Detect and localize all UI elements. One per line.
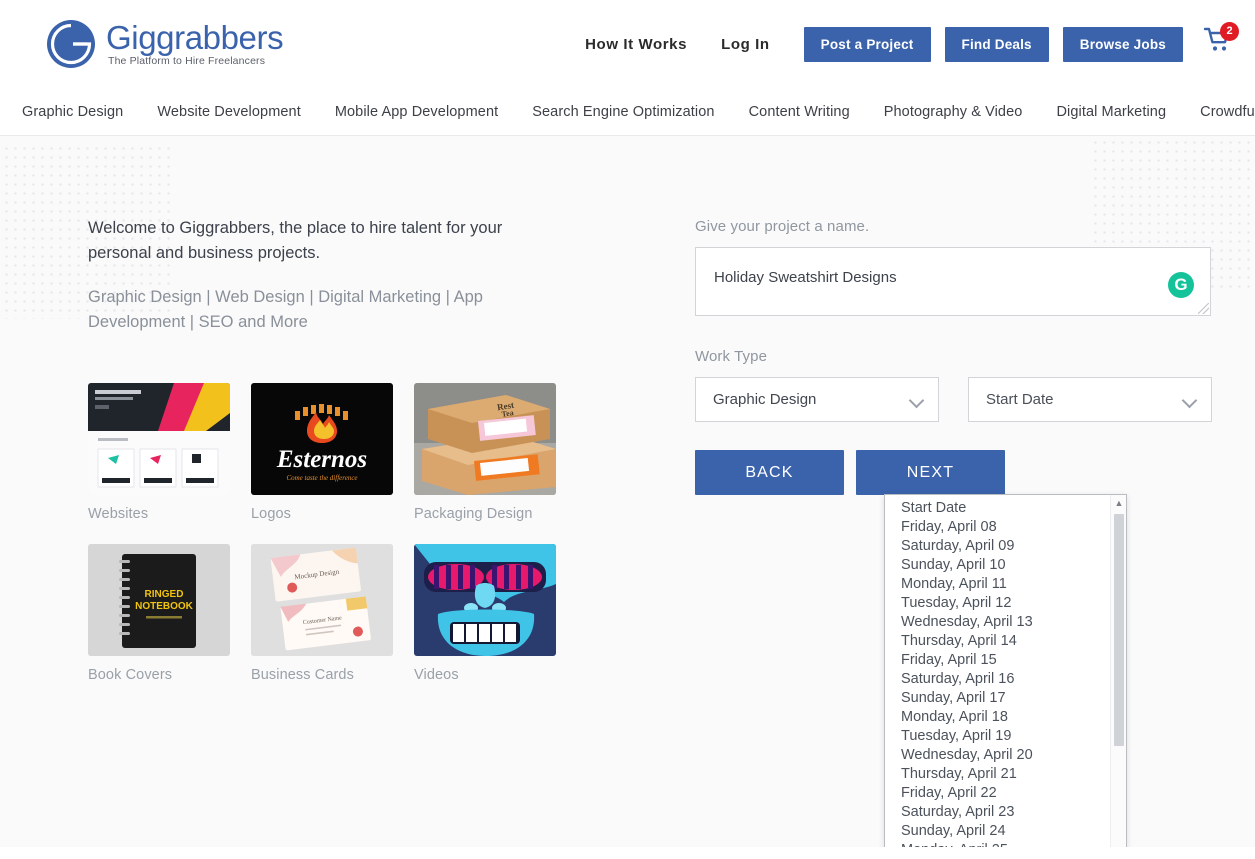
category-nav: Graphic Design Website Development Mobil… xyxy=(0,88,1255,136)
page-body: Welcome to Giggrabbers, the place to hir… xyxy=(0,136,1255,847)
category-search-engine-optimization[interactable]: Search Engine Optimization xyxy=(532,104,714,120)
business-cards-image: Mockup Design Customer Name xyxy=(251,543,393,656)
esternos-logo-art: Esternos Come taste the difference xyxy=(251,382,393,495)
thumbnail-caption: Logos xyxy=(251,505,292,522)
thumbnail-business-cards[interactable]: Mockup Design Customer Name Business Car… xyxy=(251,543,403,683)
start-date-dropdown[interactable]: Start Date Friday, April 08 Saturday, Apri… xyxy=(884,494,1127,847)
start-date-option[interactable]: Sunday, April 24 xyxy=(885,822,1126,841)
thumbnail-caption: Business Cards xyxy=(251,666,354,683)
cart-count-badge: 2 xyxy=(1220,22,1239,41)
start-date-option[interactable]: Start Date xyxy=(885,499,1126,518)
start-date-option[interactable]: Thursday, April 21 xyxy=(885,765,1126,784)
thumbnail-caption: Websites xyxy=(88,505,149,522)
logos-image: Esternos Come taste the difference xyxy=(251,382,393,495)
start-date-option-list: Start Date Friday, April 08 Saturday, Apri… xyxy=(885,495,1126,847)
site-header: Giggrabbers The Platform to Hire Freelan… xyxy=(0,0,1255,88)
thumbnail-row: RINGED NOTEBOOK Book Covers Mockup Desig… xyxy=(88,543,610,683)
chevron-down-icon xyxy=(908,392,925,409)
svg-text:NOTEBOOK: NOTEBOOK xyxy=(135,601,194,612)
start-date-option[interactable]: Thursday, April 14 xyxy=(885,632,1126,651)
start-date-option[interactable]: Monday, April 25 xyxy=(885,841,1126,847)
start-date-value: Start Date xyxy=(986,391,1054,408)
start-date-option[interactable]: Friday, April 08 xyxy=(885,518,1126,537)
start-date-option[interactable]: Friday, April 15 xyxy=(885,651,1126,670)
start-date-option[interactable]: Tuesday, April 12 xyxy=(885,594,1126,613)
start-date-option[interactable]: Monday, April 18 xyxy=(885,708,1126,727)
grammarly-icon[interactable]: G xyxy=(1168,272,1194,298)
nav-log-in[interactable]: Log In xyxy=(721,36,770,53)
svg-text:Come taste the difference: Come taste the difference xyxy=(286,474,357,482)
start-date-select[interactable]: Start Date xyxy=(968,377,1212,422)
start-date-option[interactable]: Sunday, April 10 xyxy=(885,556,1126,575)
start-date-option[interactable]: Saturday, April 09 xyxy=(885,537,1126,556)
blue-character-art xyxy=(414,543,556,656)
work-type-value: Graphic Design xyxy=(713,391,817,408)
websites-image xyxy=(88,382,230,495)
giggrabbers-g-icon xyxy=(47,20,95,68)
project-name-label: Give your project a name. xyxy=(695,218,870,235)
category-photography-video[interactable]: Photography & Video xyxy=(884,104,1023,120)
select-row: Graphic Design Start Date xyxy=(695,377,1212,422)
browse-jobs-button[interactable]: Browse Jobs xyxy=(1062,26,1183,62)
start-date-option[interactable]: Wednesday, April 20 xyxy=(885,746,1126,765)
website-mockup-art xyxy=(88,382,230,495)
welcome-text: Welcome to Giggrabbers, the place to hir… xyxy=(88,219,503,263)
thumbnail-caption: Videos xyxy=(414,666,459,683)
brand-logo[interactable]: Giggrabbers The Platform to Hire Freelan… xyxy=(44,17,284,71)
thumbnail-caption: Packaging Design xyxy=(414,505,533,522)
back-button[interactable]: BACK xyxy=(695,450,844,495)
chevron-down-icon xyxy=(1181,392,1198,409)
category-graphic-design[interactable]: Graphic Design xyxy=(22,104,123,120)
thumbnail-caption: Book Covers xyxy=(88,666,173,683)
category-digital-marketing[interactable]: Digital Marketing xyxy=(1056,104,1166,120)
work-type-select[interactable]: Graphic Design xyxy=(695,377,939,422)
business-card-mockup-art: Mockup Design Customer Name xyxy=(251,543,393,656)
category-mobile-app-development[interactable]: Mobile App Development xyxy=(335,104,498,120)
scroll-up-arrow-icon[interactable]: ▲ xyxy=(1111,495,1126,512)
book-covers-image: RINGED NOTEBOOK xyxy=(88,543,230,656)
scrollbar-thumb[interactable] xyxy=(1114,514,1124,746)
start-date-option[interactable]: Monday, April 11 xyxy=(885,575,1126,594)
ringed-notebook-art: RINGED NOTEBOOK xyxy=(88,543,230,656)
project-form: Give your project a name. Holiday Sweats… xyxy=(610,136,1212,847)
next-button[interactable]: NEXT xyxy=(856,450,1005,495)
find-deals-button[interactable]: Find Deals xyxy=(944,26,1049,62)
textarea-resize-handle[interactable] xyxy=(1198,303,1209,314)
start-date-option[interactable]: Sunday, April 17 xyxy=(885,689,1126,708)
thumbnail-videos[interactable]: Videos xyxy=(414,543,566,683)
category-website-development[interactable]: Website Development xyxy=(157,104,300,120)
thumbnail-book-covers[interactable]: RINGED NOTEBOOK Book Covers xyxy=(88,543,240,683)
project-name-value: Holiday Sweatshirt Designs xyxy=(714,269,897,286)
brand-name: Giggrabbers xyxy=(106,18,284,56)
sample-thumbnail-grid: Websites Esternos Come taste the differe… xyxy=(88,382,610,683)
work-type-label: Work Type xyxy=(695,348,768,365)
thumbnail-logos[interactable]: Esternos Come taste the difference Logos xyxy=(251,382,403,522)
svg-text:Esternos: Esternos xyxy=(276,446,367,473)
services-links[interactable]: Graphic Design | Web Design | Digital Ma… xyxy=(88,285,533,335)
project-name-input[interactable]: Holiday Sweatshirt Designs G xyxy=(695,247,1211,316)
start-date-option[interactable]: Tuesday, April 19 xyxy=(885,727,1126,746)
start-date-option[interactable]: Saturday, April 16 xyxy=(885,670,1126,689)
svg-text:RINGED: RINGED xyxy=(145,589,184,600)
videos-image xyxy=(414,543,556,656)
category-crowdfunding[interactable]: Crowdfunding xyxy=(1200,104,1255,120)
packaging-design-image: Rest Tea xyxy=(414,382,556,495)
packaging-box-art: Rest Tea xyxy=(414,382,556,495)
thumbnail-packaging-design[interactable]: Rest Tea Packaging Design xyxy=(414,382,566,522)
primary-nav: How It Works Log In Post a Project Find … xyxy=(585,22,1239,62)
thumbnail-websites[interactable]: Websites xyxy=(88,382,240,522)
brand-tagline: The Platform to Hire Freelancers xyxy=(108,55,266,68)
post-a-project-button[interactable]: Post a Project xyxy=(803,26,931,62)
svg-text:Tea: Tea xyxy=(501,408,514,419)
intro-column: Welcome to Giggrabbers, the place to hir… xyxy=(0,136,610,705)
dropdown-scrollbar[interactable]: ▲ ▼ xyxy=(1110,495,1126,847)
nav-how-it-works[interactable]: How It Works xyxy=(585,36,687,53)
thumbnail-row: Websites Esternos Come taste the differe… xyxy=(88,382,610,522)
start-date-option[interactable]: Friday, April 22 xyxy=(885,784,1126,803)
cart-button[interactable]: 2 xyxy=(1203,22,1239,62)
start-date-option[interactable]: Saturday, April 23 xyxy=(885,803,1126,822)
category-content-writing[interactable]: Content Writing xyxy=(749,104,850,120)
form-actions: BACK NEXT xyxy=(695,450,1212,495)
start-date-option[interactable]: Wednesday, April 13 xyxy=(885,613,1126,632)
